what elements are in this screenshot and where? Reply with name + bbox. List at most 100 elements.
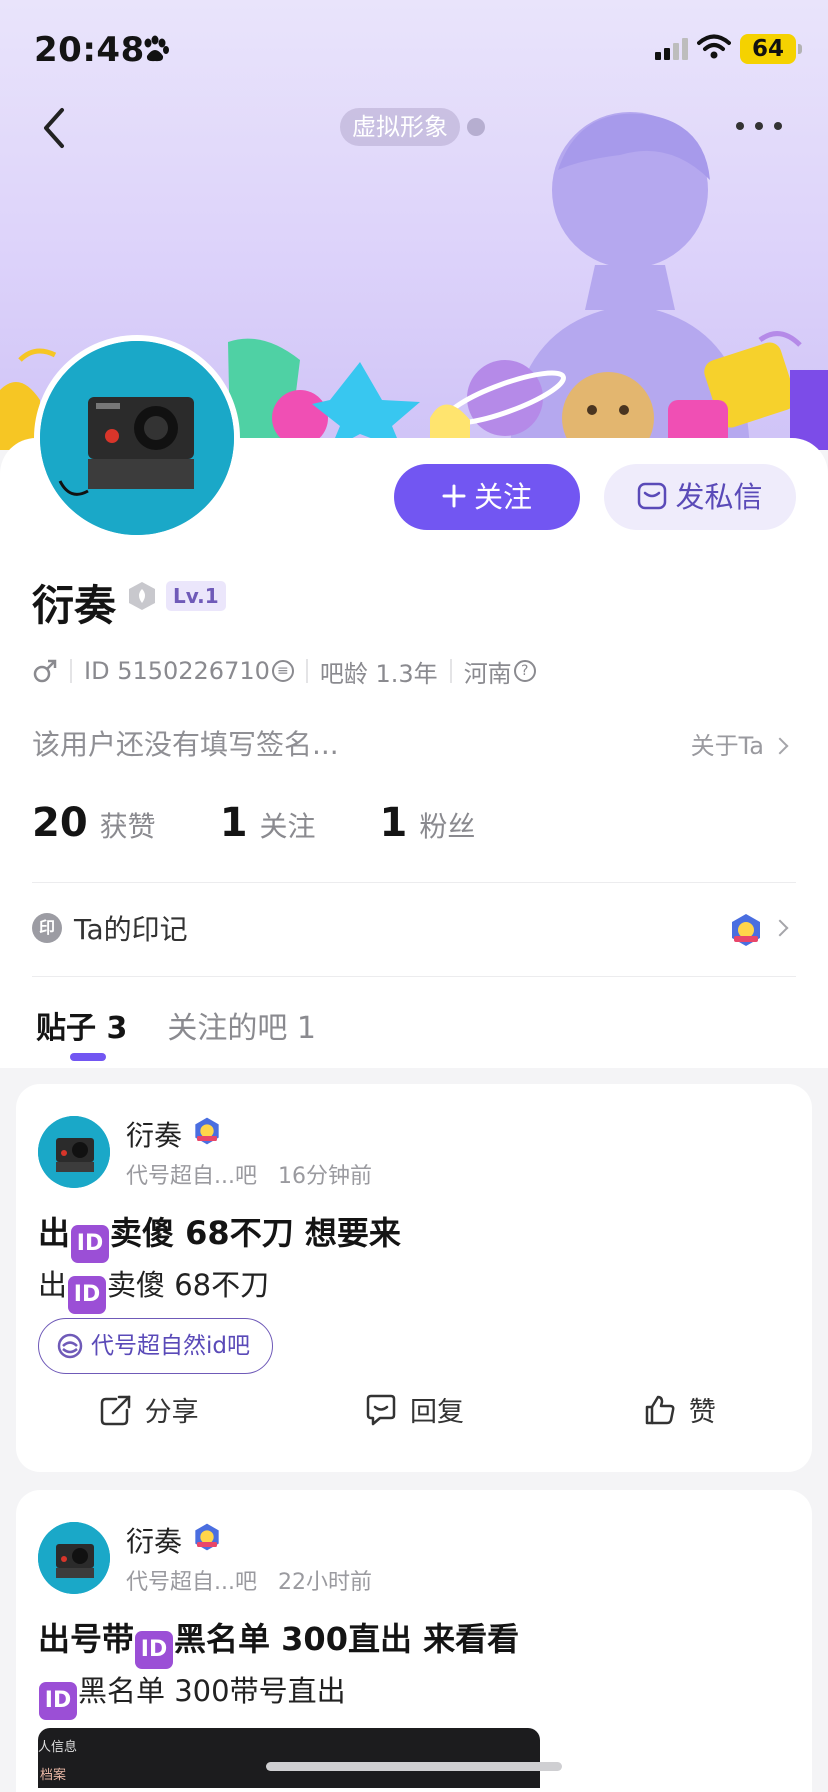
post-author-avatar[interactable] [38, 1522, 110, 1594]
chevron-right-icon [771, 919, 789, 937]
back-button[interactable] [36, 104, 72, 152]
id-emoji-icon: ID [135, 1631, 174, 1669]
status-bar: 20:48 64 [0, 0, 828, 100]
like-button[interactable]: 赞 [547, 1390, 812, 1429]
imprint-icon: 印 [32, 913, 62, 943]
badge-status-dot [467, 118, 485, 136]
status-time: 20:48 [34, 30, 145, 70]
following-count[interactable]: 1 [220, 800, 248, 846]
wifi-icon [697, 34, 731, 59]
follow-button-label: 关注 [473, 480, 532, 514]
post-body[interactable]: 出 ID 卖傻 68不刀 [38, 1262, 269, 1314]
forum-icon [57, 1333, 83, 1359]
user-id: ID 5150226710 [84, 657, 270, 685]
photo-caption: 档案 [40, 1768, 67, 1783]
reply-label: 回复 [409, 1397, 464, 1428]
profile-signature: 该用户还没有填写签名... [32, 728, 339, 761]
post-body-prefix: 出 [38, 1268, 68, 1302]
likes-count[interactable]: 20 [32, 800, 88, 846]
imprint-label: Ta的印记 [74, 913, 188, 946]
forum-tag-label: 代号超自然id吧 [91, 1332, 250, 1359]
follow-button[interactable]: 关注 [394, 464, 580, 530]
imprint-row[interactable]: 印 Ta的印记 [32, 908, 188, 948]
message-icon [638, 482, 667, 510]
tab-posts[interactable]: 贴子 3 [36, 1003, 127, 1047]
post-time: 16分钟前 [277, 1164, 372, 1189]
post-actions: 分享 回复 赞 [16, 1390, 812, 1429]
more-options-button[interactable] [734, 112, 784, 140]
camera-photo-icon [40, 341, 234, 535]
post-forum[interactable]: 代号超自...吧 [126, 1570, 257, 1595]
profile-stats: 20 获赞 1 关注 1 粉丝 [32, 800, 539, 846]
member-grade-icon [129, 582, 155, 610]
imprint-badges[interactable] [728, 912, 789, 948]
photo-caption: 人信息 [38, 1740, 78, 1755]
post-author-name[interactable]: 衍奏 [126, 1520, 182, 1560]
post-time: 22小时前 [277, 1570, 372, 1595]
help-icon[interactable]: ? [513, 660, 536, 682]
post-body-suffix: 黑名单 300带号直出 [78, 1674, 346, 1708]
battery-indicator: 64 [740, 34, 796, 64]
id-emoji-icon: ID [39, 1682, 77, 1720]
paw-icon [144, 35, 169, 62]
post-image[interactable]: 人信息 档案 [38, 1728, 540, 1788]
post-title-prefix: 出 [38, 1214, 71, 1252]
camera-photo-icon [38, 1522, 110, 1594]
forum-tag[interactable]: 代号超自然id吧 [38, 1318, 273, 1374]
comment-icon [366, 1394, 396, 1425]
battery-tip [798, 44, 802, 54]
chevron-right-icon [771, 737, 789, 755]
profile-name: 衍奏 [32, 581, 117, 630]
followers-count[interactable]: 1 [380, 800, 408, 846]
post-title-prefix: 出号带 [38, 1620, 135, 1658]
share-button[interactable]: 分享 [16, 1390, 281, 1429]
post-body-suffix: 卖傻 68不刀 [107, 1268, 270, 1302]
reply-button[interactable]: 回复 [281, 1390, 546, 1429]
thumbs-up-icon [645, 1395, 675, 1424]
medal-badge-icon [732, 914, 760, 946]
post-body[interactable]: ID 黑名单 300带号直出 [38, 1668, 346, 1720]
id-emoji-icon: ID [68, 1276, 107, 1314]
plus-icon [442, 484, 466, 508]
send-message-label: 发私信 [675, 480, 763, 514]
likes-label: 获赞 [99, 810, 156, 843]
divider [32, 976, 796, 977]
profile-tabs: 贴子 3 关注的吧 1 [36, 1003, 316, 1047]
post-forum[interactable]: 代号超自...吧 [126, 1164, 257, 1189]
post-title[interactable]: 出号带 ID 黑名单 300直出 来看看 [38, 1614, 519, 1669]
camera-photo-icon [38, 1116, 110, 1188]
post-meta: 代号超自...吧 16分钟前 [126, 1158, 372, 1190]
cellular-signal-icon [655, 38, 688, 60]
post-author-avatar[interactable] [38, 1116, 110, 1188]
male-gender-icon [33, 659, 57, 683]
about-link[interactable]: 关于Ta [690, 726, 789, 761]
bar-age: 吧龄 1.3年 [319, 659, 438, 688]
divider [32, 882, 796, 883]
post-title[interactable]: 出 ID 卖傻 68不刀 想要来 [38, 1208, 401, 1263]
medal-badge-icon [195, 1117, 219, 1145]
profile-avatar[interactable] [34, 335, 240, 541]
level-badge: Lv.1 [166, 581, 226, 611]
tab-indicator [70, 1053, 106, 1061]
share-label: 分享 [144, 1397, 199, 1428]
post-author-name[interactable]: 衍奏 [126, 1114, 182, 1154]
following-label: 关注 [259, 810, 316, 843]
copy-id-icon[interactable]: ≡ [271, 660, 294, 682]
like-label: 赞 [688, 1397, 716, 1428]
about-label: 关于Ta [690, 732, 764, 760]
post-meta: 代号超自...吧 22小时前 [126, 1564, 372, 1596]
post-title-suffix: 卖傻 68不刀 想要来 [110, 1214, 401, 1252]
id-emoji-icon: ID [71, 1225, 110, 1263]
virtual-avatar-badge[interactable]: 虚拟形象 [340, 108, 460, 146]
send-message-button[interactable]: 发私信 [604, 464, 796, 530]
followers-label: 粉丝 [419, 810, 476, 843]
post-card[interactable]: 衍奏 代号超自...吧 16分钟前 出 ID 卖傻 68不刀 想要来 出 ID 卖傻 6… [16, 1084, 812, 1472]
medal-badge-icon [195, 1523, 219, 1551]
home-indicator [266, 1762, 562, 1771]
post-card[interactable]: 衍奏 代号超自...吧 22小时前 出号带 ID 黑名单 300直出 来看看 ID 黑… [16, 1490, 812, 1792]
profile-meta: ID 5150226710 ≡ 吧龄 1.3年 河南 ? [32, 654, 536, 688]
share-icon [100, 1395, 130, 1425]
location: 河南 [463, 659, 512, 688]
tab-followed-bars[interactable]: 关注的吧 1 [167, 1003, 316, 1047]
post-title-suffix: 黑名单 300直出 来看看 [174, 1620, 520, 1658]
